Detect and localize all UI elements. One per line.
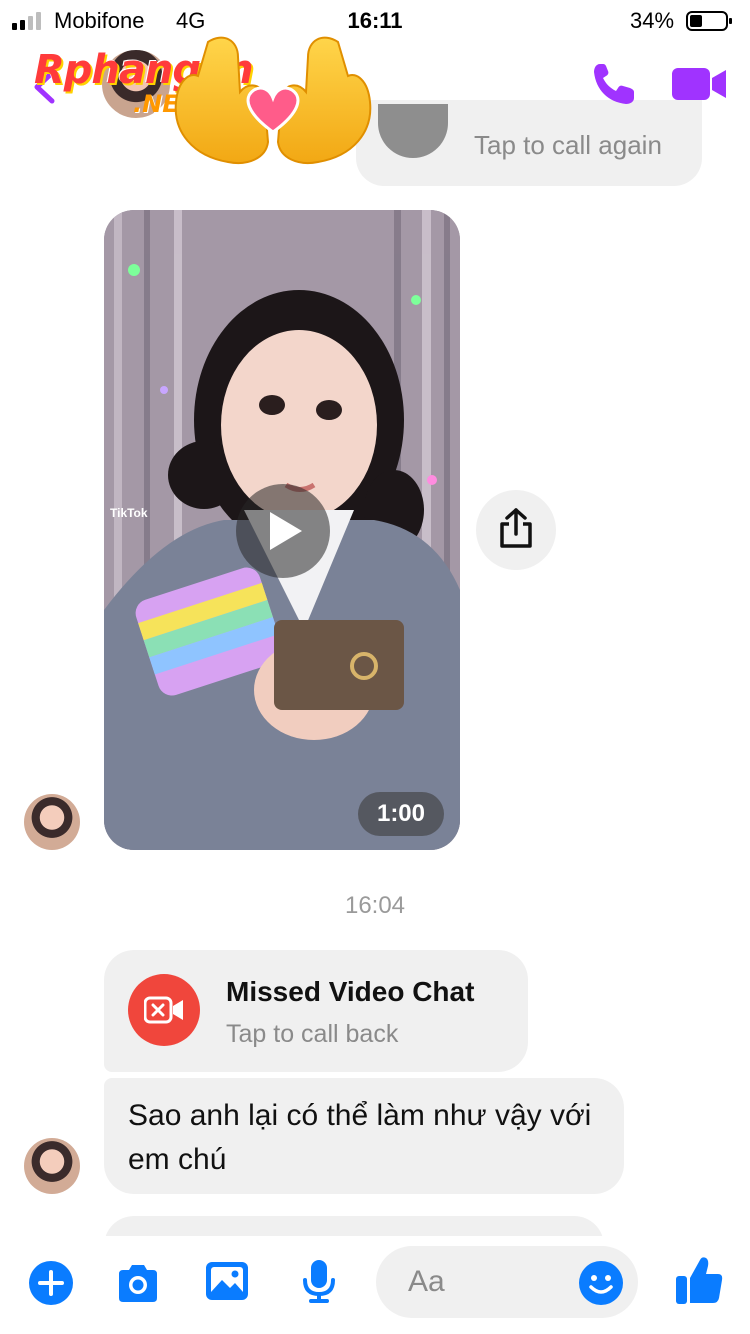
missed-call-title: Missed Video Chat xyxy=(226,976,475,1007)
thumbs-up-icon[interactable] xyxy=(674,1254,724,1306)
sender-avatar[interactable] xyxy=(24,1138,80,1194)
battery-percent: 34% xyxy=(630,8,675,33)
microphone-icon[interactable] xyxy=(296,1258,342,1304)
missed-video-icon xyxy=(144,996,183,1024)
battery-icon xyxy=(686,11,732,31)
image-icon[interactable] xyxy=(204,1258,250,1304)
play-icon xyxy=(270,512,302,550)
plus-icon[interactable] xyxy=(28,1260,74,1306)
share-icon xyxy=(500,508,532,548)
missed-call-subtitle: Tap to call back xyxy=(226,1020,399,1048)
video-camera-icon[interactable] xyxy=(672,64,728,104)
message-text: Sao anh lại có thể làm như vậy với em ch… xyxy=(128,1099,592,1176)
previous-call-subtitle: Tap to call again xyxy=(474,130,662,160)
sender-avatar[interactable] xyxy=(24,794,80,850)
tiktok-watermark: TikTok xyxy=(110,506,148,520)
heart-hands-emoji xyxy=(174,36,372,164)
video-duration: 1:00 xyxy=(358,792,444,836)
phone-icon[interactable] xyxy=(590,60,638,108)
camera-icon[interactable] xyxy=(115,1260,161,1306)
emoji-icon[interactable] xyxy=(578,1260,624,1306)
timestamp-divider: 16:04 xyxy=(344,892,406,919)
